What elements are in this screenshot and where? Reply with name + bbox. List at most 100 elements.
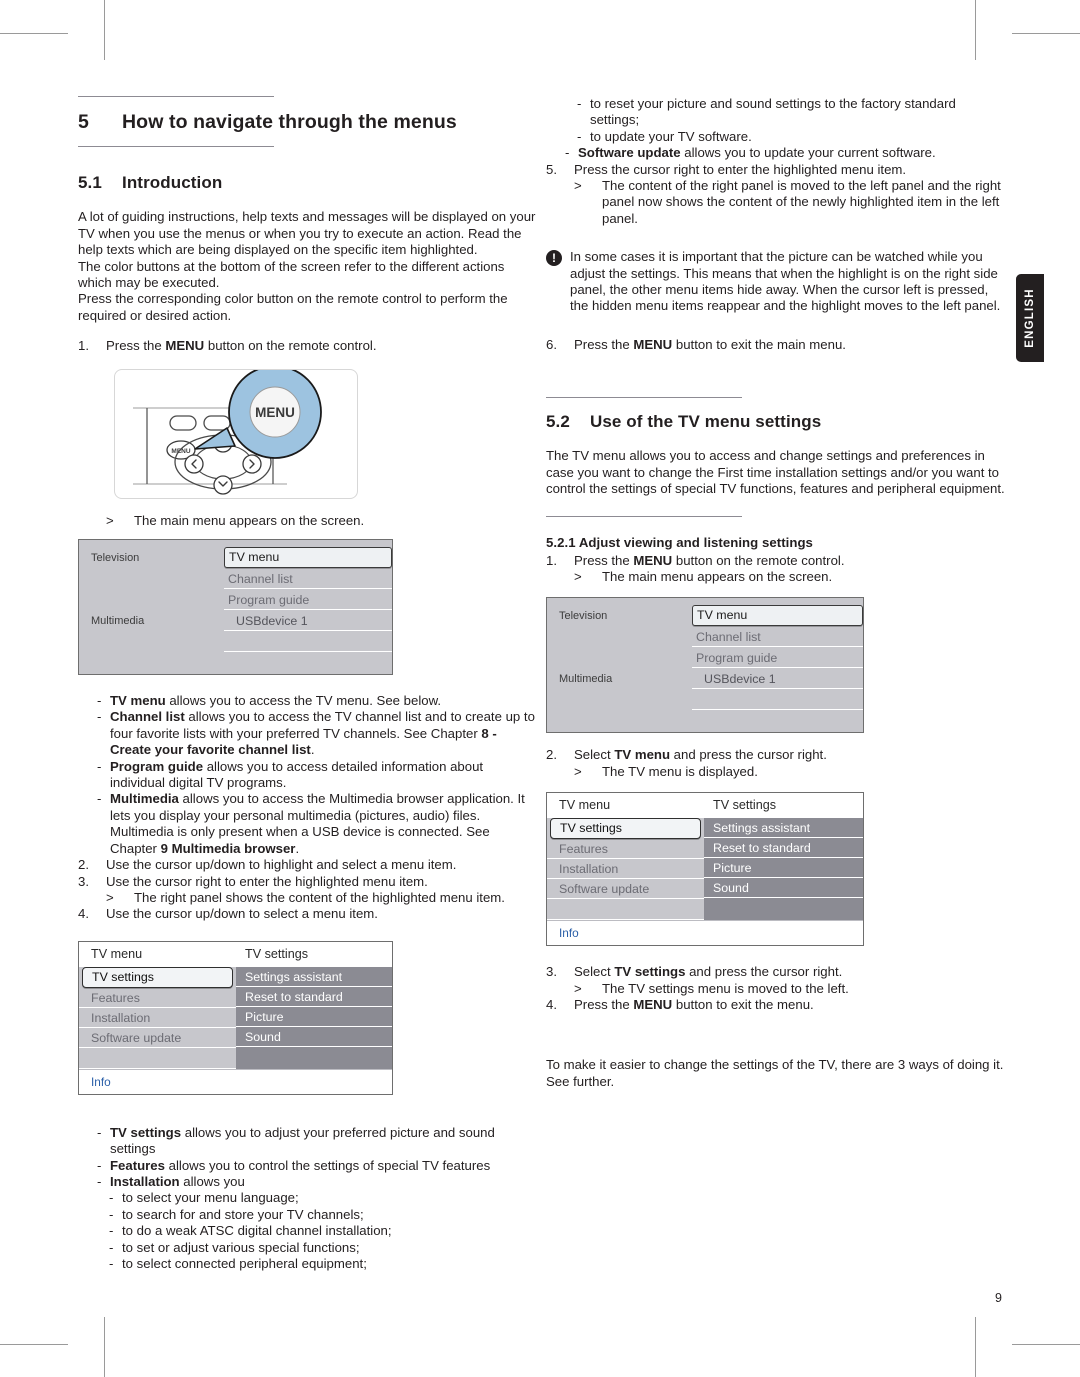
tv-settings-left-header-2: TV menu bbox=[547, 793, 704, 819]
tv-settings-item-installation-2[interactable]: Installation bbox=[547, 859, 704, 880]
tv-settings-item-tv-settings-2[interactable]: TV settings bbox=[550, 818, 701, 840]
dash-marker: - bbox=[97, 1124, 102, 1140]
right-column: - to reset your picture and sound settin… bbox=[546, 96, 1006, 1104]
section-52-rule-top bbox=[546, 397, 742, 399]
tv-settings-option-picture[interactable]: Picture bbox=[236, 1007, 392, 1027]
crop-mark-bottom-right-vertical bbox=[975, 1317, 976, 1377]
right-steps-3: 3. Select TV settings and press the curs… bbox=[546, 964, 1006, 980]
right-step-1-substep-text: The main menu appears on the screen. bbox=[602, 568, 833, 584]
right-step-1-substep: > The main menu appears on the screen. bbox=[546, 569, 1006, 585]
tv-settings-option-settings-assistant[interactable]: Settings assistant bbox=[236, 967, 392, 987]
chapter-rule-bottom bbox=[78, 146, 274, 148]
tv-settings-item-installation[interactable]: Installation bbox=[79, 1008, 236, 1028]
tv-settings-option-reset-to-standard-2[interactable]: Reset to standard bbox=[704, 838, 863, 859]
remote-caption-text: The main menu appears on the screen. bbox=[134, 512, 365, 528]
tv-settings-item-tv-settings[interactable]: TV settings bbox=[82, 966, 233, 988]
tv-settings-left-empty-row bbox=[79, 1048, 236, 1069]
tv-settings-item-software-update[interactable]: Software update bbox=[79, 1028, 236, 1048]
step-5-substep-marker: > bbox=[574, 178, 582, 194]
bullet-channel-list: - Channel list allows you to access the … bbox=[97, 709, 538, 758]
dash-marker: - bbox=[565, 145, 570, 161]
main-menu-item-channel-list-2[interactable]: Channel list bbox=[692, 627, 863, 647]
tv-settings-info-label-2[interactable]: Info bbox=[547, 920, 863, 946]
bullet-program-guide-bold: Program guide bbox=[110, 758, 204, 774]
right-step-3: 3. Select TV settings and press the curs… bbox=[546, 964, 1006, 980]
step-3-text: Use the cursor right to enter the highli… bbox=[106, 873, 428, 889]
subsection-title: Adjust viewing and listening settings bbox=[578, 534, 813, 550]
intro-paragraph-1: A lot of guiding instructions, help text… bbox=[78, 209, 536, 258]
step-2: 2. Use the cursor up/down to highlight a… bbox=[78, 857, 538, 873]
chapter-rule-top bbox=[78, 96, 274, 97]
right-step-1-bold: MENU bbox=[633, 552, 673, 568]
crop-mark-top-left-vertical bbox=[104, 0, 105, 60]
remote-caption-marker: > bbox=[106, 512, 114, 528]
step-4-text: Use the cursor up/down to select a menu … bbox=[106, 906, 378, 922]
tv-settings-item-features[interactable]: Features bbox=[79, 988, 236, 1008]
right-step-2-marker: 2. bbox=[546, 747, 557, 763]
exclamation-icon: ! bbox=[546, 250, 562, 267]
bullet-multimedia-bold2: 9 Multimedia browser bbox=[160, 840, 296, 856]
tv-settings-info-label[interactable]: Info bbox=[79, 1068, 392, 1094]
dash-marker: - bbox=[109, 1239, 114, 1255]
crop-mark-bottom-left-vertical bbox=[104, 1317, 105, 1377]
tv-settings-left-panel-2: TV menu TV settings Features Installatio… bbox=[547, 793, 704, 921]
step-6-bold: MENU bbox=[633, 336, 673, 352]
tv-settings-left-empty-row-2 bbox=[547, 899, 704, 921]
tv-settings-right-header-2: TV settings bbox=[704, 793, 863, 819]
main-menu-item-tv-menu[interactable]: TV menu bbox=[224, 547, 392, 569]
step-6-pre: Press the bbox=[574, 336, 634, 352]
bullet-multimedia: - Multimedia allows you to access the Mu… bbox=[97, 791, 538, 857]
bullet-tv-settings: - TV settings allows you to adjust your … bbox=[97, 1125, 538, 1158]
main-menu-group-television-2: Television bbox=[559, 609, 608, 622]
chapter-number: 5 bbox=[78, 111, 89, 133]
tv-settings-option-sound[interactable]: Sound bbox=[236, 1027, 392, 1047]
step-3-marker: 3. bbox=[78, 873, 89, 889]
bullet-tv-menu: - TV menu allows you to access the TV me… bbox=[97, 693, 538, 709]
tv-settings-screen-right: TV menu TV settings Features Installatio… bbox=[546, 792, 864, 947]
remote-control-illustration: MENU MENU bbox=[133, 369, 322, 495]
right-step-4-pre: Press the bbox=[574, 996, 634, 1012]
main-menu-item-program-guide-2[interactable]: Program guide bbox=[692, 648, 863, 668]
right-step-1-substep-marker: > bbox=[574, 568, 582, 584]
intro-paragraph-3: Press the corresponding color button on … bbox=[78, 291, 508, 323]
tv-settings-right-empty-row bbox=[236, 1047, 392, 1068]
main-menu-screen-left: Television TV menu Channel list Program … bbox=[78, 539, 393, 676]
subsection-number: 5.2.1 bbox=[546, 534, 576, 550]
bullet-software-update-bold: Software update bbox=[578, 145, 681, 161]
tv-settings-option-settings-assistant-2[interactable]: Settings assistant bbox=[704, 818, 863, 839]
chapter-title: How to navigate through the menus bbox=[122, 111, 457, 133]
main-menu-item-usbdevice-1-2[interactable]: USBdevice 1 bbox=[692, 669, 863, 689]
right-step-1: 1. Press the MENU button on the remote c… bbox=[546, 553, 1006, 569]
step-1-bold: MENU bbox=[165, 338, 205, 354]
section-52-number: 5.2 bbox=[546, 412, 570, 432]
installation-sub-2: - to search for and store your TV channe… bbox=[109, 1207, 538, 1223]
section-number: 5.1 bbox=[78, 173, 102, 193]
dash-marker: - bbox=[97, 758, 102, 774]
closing-paragraph: To make it easier to change the settings… bbox=[546, 1057, 1004, 1089]
bullet-features-text: allows you to control the settings of sp… bbox=[164, 1157, 491, 1173]
tv-settings-item-features-2[interactable]: Features bbox=[547, 839, 704, 860]
main-menu-item-usbdevice-1[interactable]: USBdevice 1 bbox=[224, 611, 392, 631]
main-menu-item-program-guide[interactable]: Program guide bbox=[224, 590, 392, 610]
main-menu-item-channel-list[interactable]: Channel list bbox=[224, 569, 392, 589]
installation-sub-3: - to do a weak ATSC digital channel inst… bbox=[109, 1223, 538, 1239]
installation-sub-1: - to select your menu language; bbox=[109, 1190, 538, 1206]
right-step-3-substep-marker: > bbox=[574, 980, 582, 996]
right-step-3-substep-text: The TV settings menu is moved to the lef… bbox=[602, 980, 849, 996]
right-steps-1: 1. Press the MENU button on the remote c… bbox=[546, 553, 1006, 569]
bullet-software-update: - Software update allows you to update y… bbox=[565, 145, 1006, 161]
right-step-2-substep: > The TV menu is displayed. bbox=[546, 764, 1006, 780]
bullet-tv-menu-text: allows you to access the TV menu. See be… bbox=[165, 693, 442, 709]
right-steps-4: 4. Press the MENU button to exit the men… bbox=[546, 997, 1006, 1013]
tv-settings-option-reset-to-standard[interactable]: Reset to standard bbox=[236, 987, 392, 1007]
main-menu-item-tv-menu-2[interactable]: TV menu bbox=[692, 605, 863, 627]
step-3-substep-text: The right panel shows the content of the… bbox=[134, 889, 505, 905]
dash-marker: - bbox=[97, 791, 102, 807]
right-steps-5: 5. Press the cursor right to enter the h… bbox=[546, 162, 1006, 178]
step-5-substep: > The content of the right panel is move… bbox=[546, 178, 1006, 227]
tv-settings-option-picture-2[interactable]: Picture bbox=[704, 858, 863, 879]
tv-settings-item-software-update-2[interactable]: Software update bbox=[547, 879, 704, 900]
step-5-marker: 5. bbox=[546, 161, 557, 177]
tv-settings-option-sound-2[interactable]: Sound bbox=[704, 878, 863, 899]
bullet-multimedia-text2: . bbox=[295, 840, 300, 856]
